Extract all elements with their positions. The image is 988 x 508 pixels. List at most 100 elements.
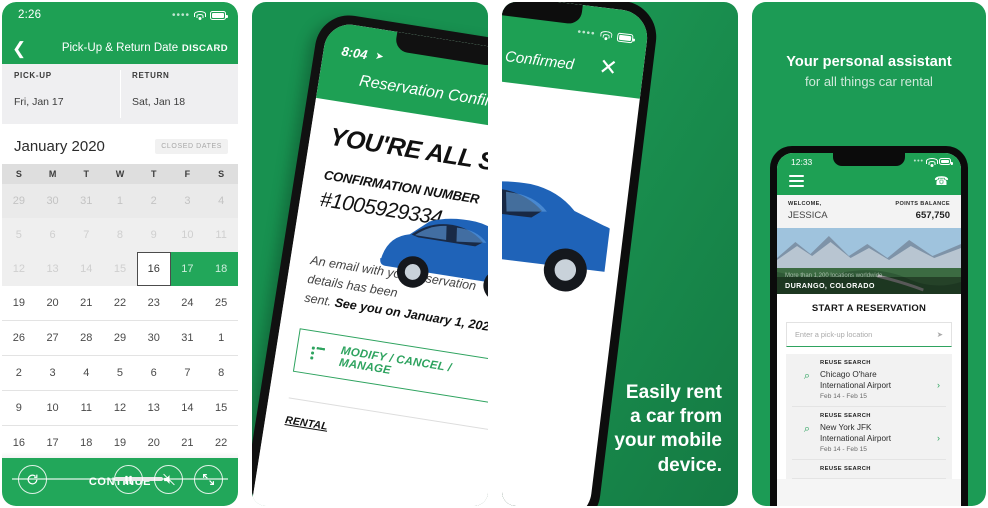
weekday-0: S <box>15 169 22 179</box>
reuse-place-line1: Chicago O'hare <box>820 370 877 379</box>
fullscreen-icon[interactable] <box>194 465 223 494</box>
calendar-day: 10 <box>170 218 205 252</box>
promo-headline: Your personal assistant <box>786 54 952 70</box>
calendar-day[interactable]: 2 <box>2 356 36 390</box>
calendar-day[interactable]: 13 <box>137 391 171 425</box>
calendar-day: 15 <box>103 252 137 286</box>
replay-icon[interactable] <box>18 465 47 494</box>
phone-screen: 8:04 ➤ Reservation Confirmed YOU'RE ALL … <box>252 20 488 506</box>
chevron-left-icon[interactable]: ❮ <box>12 40 26 57</box>
calendar-day[interactable]: 5 <box>103 356 137 390</box>
calendar-day[interactable]: 9 <box>2 391 36 425</box>
footer: RENTAL <box>283 397 488 461</box>
calendar-day[interactable]: 1 <box>204 321 238 355</box>
modify-button-label: MODIFY / CANCEL / MANAGE <box>338 345 453 378</box>
calendar-day-selected[interactable]: 17 <box>170 252 205 286</box>
pickup-location-input[interactable]: Enter a pick-up location ➤ <box>786 322 952 347</box>
nav-bar: ❮ Pick-Up & Return Date DISCARD <box>2 32 238 64</box>
calendar-day: 6 <box>35 218 70 252</box>
rental-link[interactable]: RENTAL <box>284 414 328 433</box>
calendar-day[interactable]: 14 <box>171 391 205 425</box>
status-time: 2:26 <box>18 9 42 21</box>
phone-notch <box>502 2 583 25</box>
calendar-day[interactable]: 29 <box>103 321 137 355</box>
calendar-day: 29 <box>2 184 36 218</box>
status-icons: •••• <box>171 10 228 21</box>
chevron-right-icon[interactable]: › <box>937 380 944 390</box>
mute-icon[interactable] <box>154 465 183 494</box>
calendar-day: 31 <box>69 184 104 218</box>
phone-icon[interactable]: ☎ <box>934 174 949 188</box>
wifi-icon <box>194 11 206 20</box>
battery-icon <box>939 158 953 165</box>
status-icons: ••• <box>913 158 953 167</box>
calendar-day[interactable]: 11 <box>69 391 103 425</box>
calendar-day[interactable]: 10 <box>36 391 70 425</box>
battery-icon <box>210 11 228 20</box>
calendar-day[interactable]: 26 <box>2 321 36 355</box>
phone-notch <box>394 31 488 67</box>
calendar-day[interactable]: 20 <box>36 286 70 320</box>
calendar-day[interactable]: 25 <box>204 286 238 320</box>
reuse-dates: Feb 14 - Feb 15 <box>820 446 867 454</box>
calendar-day[interactable]: 8 <box>204 356 238 390</box>
welcome-bar: WELCOME, JESSICA POINTS BALANCE 657,750 <box>777 195 961 228</box>
calendar-day[interactable]: 3 <box>36 356 70 390</box>
close-x-icon[interactable]: ✕ <box>597 54 619 82</box>
calendar-day[interactable]: 31 <box>171 321 205 355</box>
app-header: •••• Reservation Confirmed ✕ <box>502 2 651 99</box>
return-field[interactable]: RETURN Sat, Jan 18 <box>120 64 238 124</box>
welcome-block: WELCOME, JESSICA <box>788 201 828 221</box>
calendar-day-selected[interactable]: 18 <box>204 252 238 286</box>
reuse-search-row: ⌕ New York JFK International Airport Feb 14… <box>794 422 944 453</box>
points-value: 657,750 <box>915 210 950 221</box>
calendar-day-today[interactable]: 16 <box>136 252 171 286</box>
panel-confirmation-screenshot: 8:04 ➤ Reservation Confirmed YOU'RE ALL … <box>252 2 488 506</box>
calendar-day[interactable]: 6 <box>137 356 171 390</box>
calendar-day[interactable]: 7 <box>171 356 205 390</box>
discard-button[interactable]: DISCARD <box>182 43 228 54</box>
status-icons: •••• <box>577 27 634 45</box>
modify-cancel-manage-button[interactable]: MODIFY / CANCEL / MANAGE <box>292 328 488 404</box>
app-header-title: Reservation Confirmed <box>502 38 575 74</box>
weekday-1: M <box>48 169 57 179</box>
send-arrow-icon[interactable]: ➤ <box>937 330 943 339</box>
video-controls-overlay[interactable] <box>2 452 238 506</box>
wifi-icon <box>600 30 613 41</box>
pause-icon[interactable] <box>114 465 143 494</box>
closed-dates-legend[interactable]: CLOSED DATES <box>155 139 228 154</box>
calendar-day[interactable]: 23 <box>137 286 171 320</box>
signal-dots-icon: •••• <box>171 10 190 21</box>
weekday-4: T <box>150 169 157 179</box>
status-time: 12:33 <box>791 157 813 167</box>
pickup-field[interactable]: PICK-UP Fri, Jan 17 <box>2 64 120 124</box>
hamburger-menu-icon[interactable] <box>789 175 804 190</box>
signal-dots-icon: •••• <box>576 26 597 40</box>
chevron-right-icon[interactable]: › <box>937 433 944 443</box>
calendar-day[interactable]: 12 <box>103 391 137 425</box>
reuse-search-item[interactable]: REUSE SEARCH ⌕ Chicago O'hare International… <box>792 354 946 408</box>
reuse-search-list[interactable]: REUSE SEARCH ⌕ Chicago O'hare International… <box>786 354 952 480</box>
calendar-day[interactable]: 28 <box>69 321 103 355</box>
calendar-day[interactable]: 22 <box>103 286 137 320</box>
calendar-day[interactable]: 21 <box>69 286 103 320</box>
calendar-grid[interactable]: 29 30 31 1 2 3 4 5 6 7 8 9 10 11 12 13 14 15 16 17 18 19 20 21 2… <box>2 184 238 460</box>
tagline-line-3: device. <box>657 454 722 476</box>
reservation-card: START A RESERVATION Enter a pick-up loca… <box>777 294 961 480</box>
reuse-search-item[interactable]: REUSE SEARCH ⌕ New York JFK International A… <box>792 407 946 461</box>
tagline-line-2: your mobile <box>614 430 722 452</box>
calendar-day[interactable]: 27 <box>36 321 70 355</box>
calendar-day[interactable]: 4 <box>69 356 103 390</box>
calendar-day[interactable]: 15 <box>204 391 238 425</box>
calendar-day: 3 <box>170 184 205 218</box>
calendar-day[interactable]: 30 <box>137 321 171 355</box>
calendar-day[interactable]: 24 <box>171 286 205 320</box>
phone-notch <box>833 153 905 166</box>
tagline-line-0: Easily rent <box>625 381 722 403</box>
app-header: 12:33 ••• ☎ <box>777 153 961 195</box>
reuse-search-item[interactable]: REUSE SEARCH <box>792 460 946 480</box>
calendar-day[interactable]: 19 <box>2 286 36 320</box>
signal-dots-icon: ••• <box>913 158 924 165</box>
status-bar: 2:26 •••• <box>2 2 238 32</box>
wifi-icon <box>925 158 938 167</box>
